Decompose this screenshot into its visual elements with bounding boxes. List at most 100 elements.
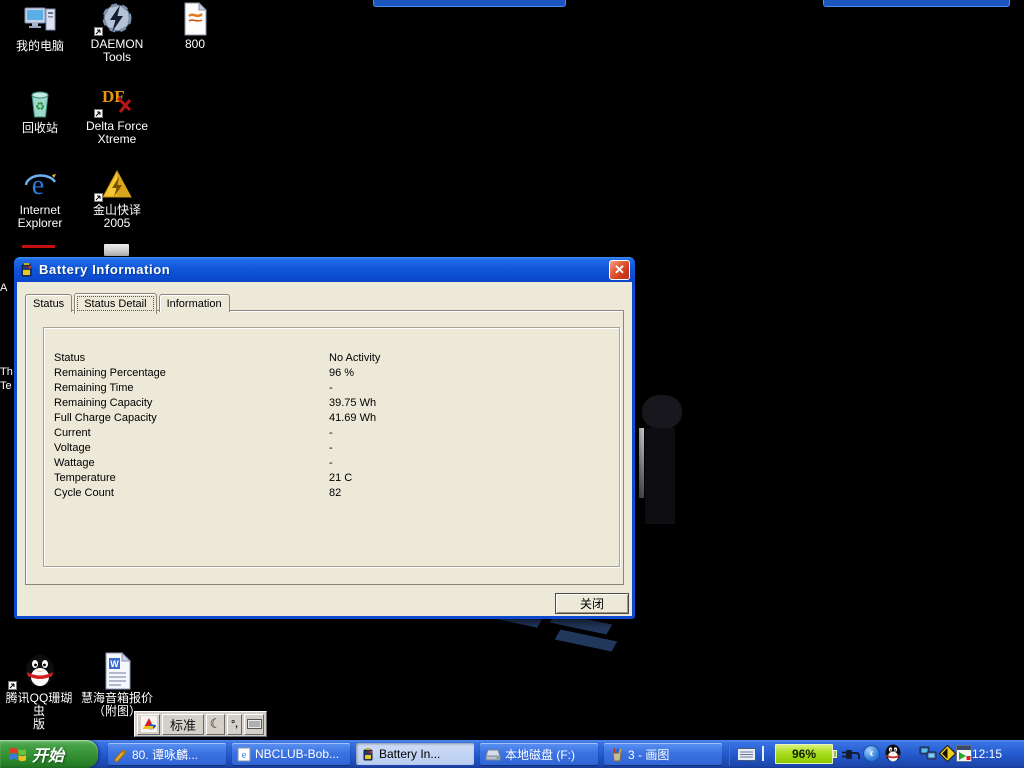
desktop-icon-my-computer[interactable]: 我的电脑 xyxy=(1,4,79,53)
offscreen-window-edge[interactable] xyxy=(373,0,566,7)
status-detail-groupbox: StatusNo Activity Remaining Percentage96… xyxy=(43,327,620,567)
dialog-titlebar[interactable]: Battery Information ✕ xyxy=(14,257,635,282)
tab-panel: StatusNo Activity Remaining Percentage96… xyxy=(25,310,624,585)
battery-icon xyxy=(361,747,375,762)
taskbar: 开始 80. 谭咏麟... e NBCLUB-Bob... Batter xyxy=(0,740,1024,768)
taskbar-item-local-disk-f[interactable]: 本地磁盘 (F:) xyxy=(480,743,598,765)
moon-icon: ☾ xyxy=(210,716,222,732)
info-label: Voltage xyxy=(54,442,329,457)
ie-page-icon: e xyxy=(237,747,251,762)
tab-status[interactable]: Status xyxy=(25,294,72,312)
tab-information[interactable]: Information xyxy=(159,294,230,312)
svg-text:W: W xyxy=(110,659,119,669)
svg-text:e: e xyxy=(242,750,247,761)
info-label: Current xyxy=(54,427,329,442)
ime-keyboard-button[interactable] xyxy=(244,714,264,735)
info-label: Wattage xyxy=(54,457,329,472)
close-dialog-button[interactable]: 关闭 xyxy=(555,593,629,614)
battery-indicator-tip xyxy=(833,750,837,758)
shortcut-arrow-icon xyxy=(94,109,103,118)
battery-information-dialog: Battery Information ✕ Status Status Deta… xyxy=(14,257,635,619)
desktop-icon-label: 我的电脑 xyxy=(1,40,79,53)
desktop-icon-label: 800 xyxy=(156,38,234,51)
battery-indicator[interactable]: 96% xyxy=(775,744,833,764)
desktop-icon-label: 回收站 xyxy=(1,122,79,135)
qq-tray-icon[interactable] xyxy=(884,744,902,768)
desktop-icon-label: Internet Explorer xyxy=(1,204,79,230)
qq-icon xyxy=(0,652,78,690)
document-icon xyxy=(156,2,234,36)
battery-icon xyxy=(19,262,35,278)
keyboard-icon xyxy=(247,719,262,729)
collapse-chevron-icon[interactable]: ‹ xyxy=(863,745,880,762)
desktop-icon-kingsoft-2005[interactable]: 金山快译 2005 xyxy=(78,168,156,230)
shortcut-arrow-icon xyxy=(94,193,103,202)
taskbar-item-music[interactable]: 80. 谭咏麟... xyxy=(108,743,226,765)
taskbar-item-paint[interactable]: 3 - 画图 xyxy=(604,743,722,765)
ime-toolbar: 标准 ☾ °, xyxy=(134,711,267,737)
clock[interactable]: 12:15 xyxy=(972,747,1002,761)
info-row: Cycle Count82 xyxy=(54,487,611,502)
wallpaper-shape xyxy=(639,428,644,498)
info-row: Voltage- xyxy=(54,442,611,457)
clipped-icon-label: Th xyxy=(0,366,13,378)
desktop: A Th Te 我的电脑 xyxy=(0,0,1024,768)
info-row: Current- xyxy=(54,427,611,442)
info-label: Cycle Count xyxy=(54,487,329,502)
dialog-body: Status Status Detail Information StatusN… xyxy=(17,282,632,616)
info-value: No Activity xyxy=(329,352,611,367)
info-label: Full Charge Capacity xyxy=(54,412,329,427)
diamond-tool-tray-icon[interactable] xyxy=(939,745,956,767)
info-row: Remaining Percentage96 % xyxy=(54,367,611,382)
ac-plug-icon[interactable] xyxy=(841,748,860,766)
info-row: StatusNo Activity xyxy=(54,352,611,367)
ime-mode-button[interactable]: 标准 xyxy=(162,714,204,735)
paint-icon xyxy=(609,747,624,762)
info-label: Temperature xyxy=(54,472,329,487)
start-button[interactable]: 开始 xyxy=(0,740,98,768)
desktop-icon-word-doc[interactable]: W 慧海音箱报价 （附图） xyxy=(78,652,156,718)
shortcut-arrow-icon xyxy=(8,681,17,690)
desktop-icon-label: 金山快译 2005 xyxy=(78,204,156,230)
desktop-icon-recycle-bin[interactable]: ♻ 回收站 xyxy=(1,86,79,135)
close-button[interactable]: ✕ xyxy=(609,260,630,280)
info-row: Remaining Capacity39.75 Wh xyxy=(54,397,611,412)
ime-logo-icon xyxy=(141,716,157,732)
av-tool-tray-icon[interactable] xyxy=(956,745,972,767)
info-row: Full Charge Capacity41.69 Wh xyxy=(54,412,611,427)
ime-punctuation-button[interactable]: °, xyxy=(227,714,242,735)
desktop-icon-800[interactable]: 800 xyxy=(156,2,234,51)
taskbar-item-label: Battery In... xyxy=(379,747,440,761)
ime-fullwidth-button[interactable]: ☾ xyxy=(206,714,225,735)
close-icon: ✕ xyxy=(614,262,625,278)
tray-keyboard-icon[interactable] xyxy=(737,748,756,766)
keyboard-icon xyxy=(737,748,756,761)
dialog-title: Battery Information xyxy=(39,262,170,277)
taskbar-item-battery-info[interactable]: Battery In... xyxy=(356,743,474,765)
svg-text:♻: ♻ xyxy=(35,101,45,113)
desktop-icon-qq[interactable]: 腾讯QQ珊瑚虫 版 xyxy=(0,652,78,731)
shortcut-arrow-icon xyxy=(94,27,103,36)
tray-divider xyxy=(728,742,730,766)
taskbar-item-ie[interactable]: e NBCLUB-Bob... xyxy=(232,743,350,765)
info-value: 96 % xyxy=(329,367,611,382)
desktop-icon-internet-explorer[interactable]: e Internet Explorer xyxy=(1,168,79,230)
internet-explorer-icon: e xyxy=(1,168,79,202)
tab-strip: Status Status Detail Information xyxy=(25,291,232,312)
battery-status-list: StatusNo Activity Remaining Percentage96… xyxy=(54,352,611,502)
info-value: - xyxy=(329,442,611,457)
desktop-icon-delta-force-xtreme[interactable]: DF Delta Force Xtreme xyxy=(78,84,156,146)
offscreen-window-edge[interactable] xyxy=(823,0,1010,7)
taskbar-item-label: 3 - 画图 xyxy=(628,746,669,763)
network-tray-icon[interactable] xyxy=(919,746,937,766)
desktop-icon-daemon-tools[interactable]: DAEMON Tools xyxy=(78,2,156,64)
clipped-icon-label: A xyxy=(0,282,7,294)
windows-logo-icon xyxy=(8,745,27,764)
clipped-icon-label: Te xyxy=(0,380,12,392)
ime-logo-button[interactable] xyxy=(137,714,160,735)
tab-status-detail[interactable]: Status Detail xyxy=(74,293,156,314)
info-label: Remaining Capacity xyxy=(54,397,329,412)
info-row: Temperature21 C xyxy=(54,472,611,487)
recycle-bin-icon: ♻ xyxy=(1,86,79,120)
info-value: - xyxy=(329,427,611,442)
